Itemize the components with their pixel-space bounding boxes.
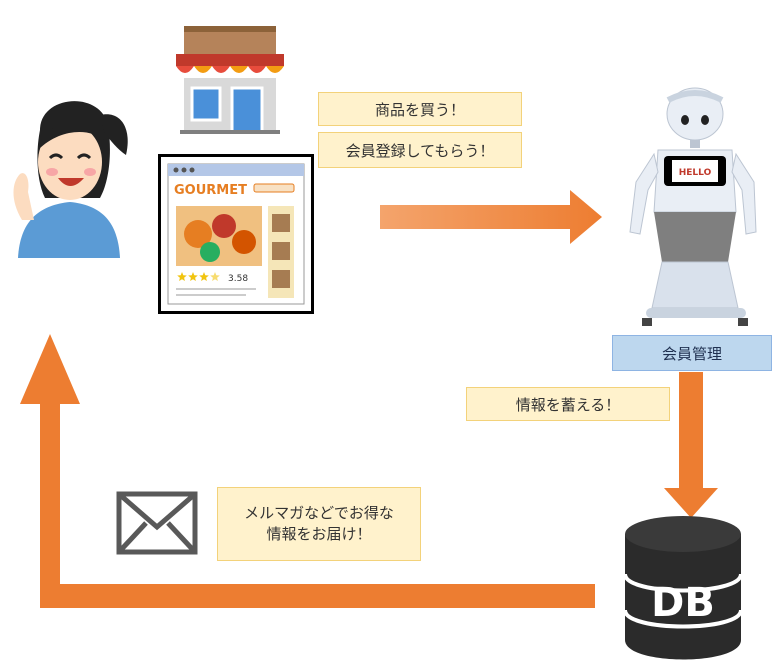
arrow-return bbox=[20, 334, 595, 608]
website-rating: 3.58 bbox=[228, 274, 248, 284]
website-icon: GOURMET 3.58 bbox=[158, 154, 314, 314]
label-deliver-line2: 情報をお届け！ bbox=[266, 525, 372, 543]
website-brand: GOURMET bbox=[174, 183, 247, 198]
label-register: 会員登録してもらう！ bbox=[318, 132, 522, 168]
label-deliver-info: メルマガなどでお得な 情報をお届け！ bbox=[217, 487, 421, 561]
woman-icon bbox=[13, 101, 128, 258]
mail-icon bbox=[116, 491, 198, 555]
database-icon: DB bbox=[623, 516, 743, 660]
database-label: DB bbox=[651, 580, 715, 626]
robot-screen-text: HELLO bbox=[679, 168, 712, 178]
shop-icon bbox=[176, 26, 284, 134]
arrow-right bbox=[380, 190, 602, 244]
robot-icon: HELLO bbox=[629, 87, 757, 326]
arrow-down bbox=[664, 372, 718, 518]
label-deliver-line1: メルマガなどでお得な bbox=[244, 504, 394, 522]
label-member-management: 会員管理 bbox=[612, 335, 772, 371]
label-buy: 商品を買う！ bbox=[318, 92, 522, 126]
